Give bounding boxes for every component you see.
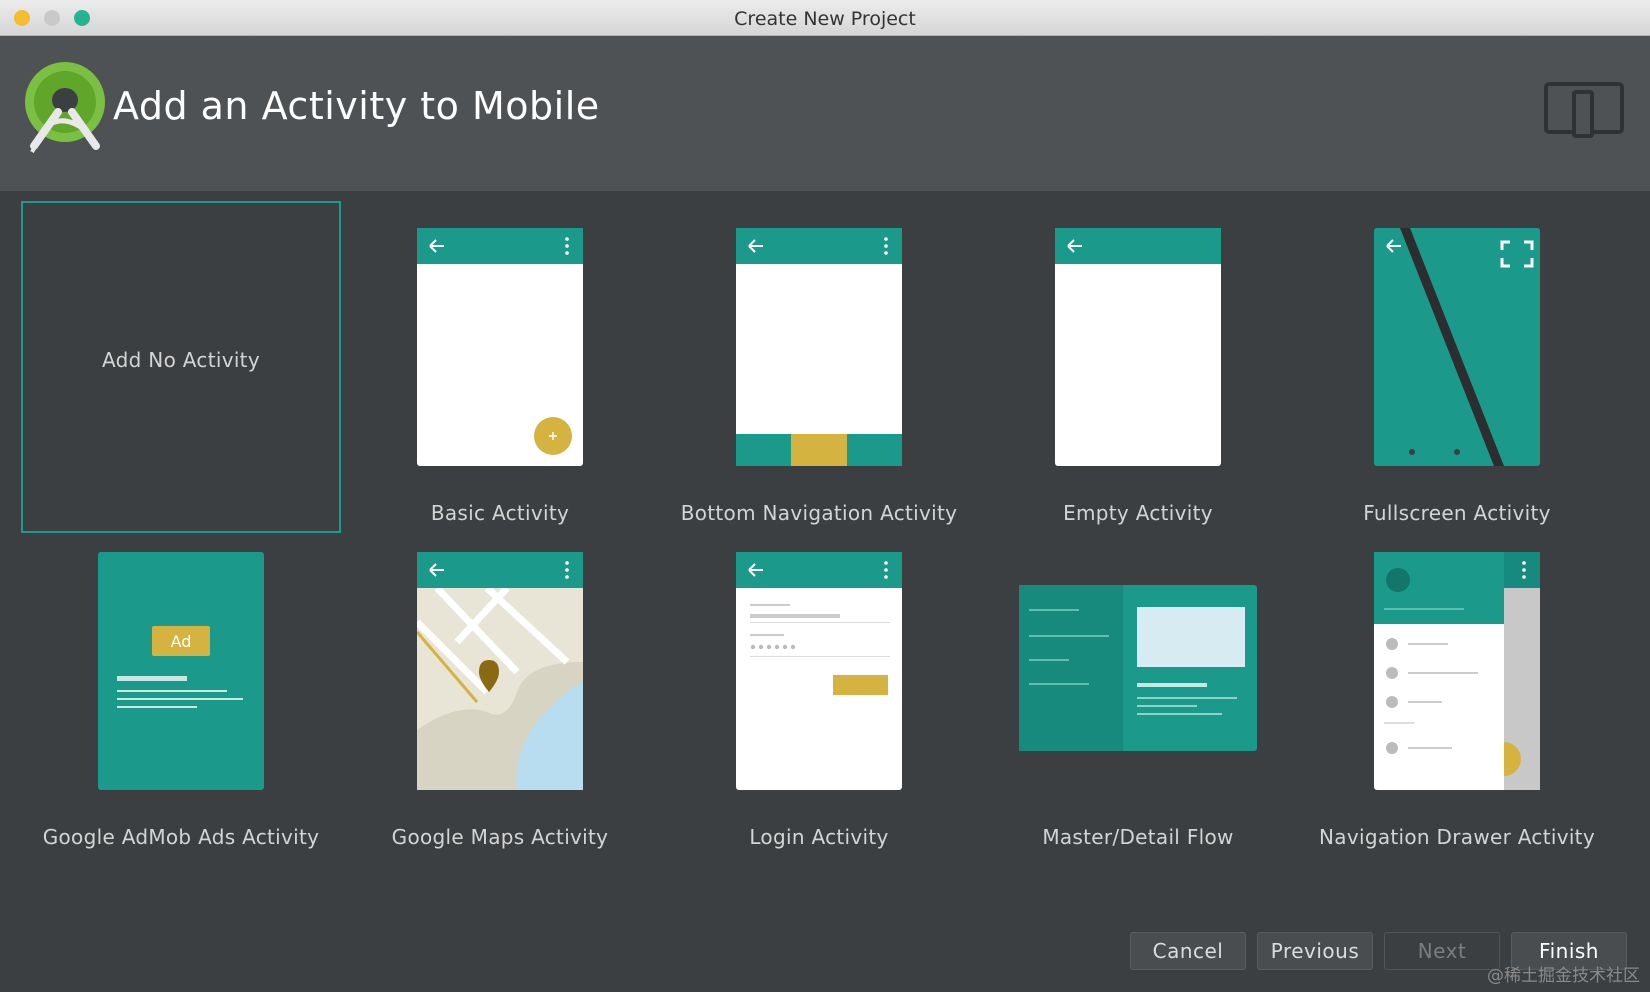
template-label: Add No Activity — [102, 348, 260, 372]
template-fullscreen-activity[interactable]: Fullscreen Activity — [1297, 201, 1617, 533]
previous-button[interactable]: Previous — [1257, 932, 1373, 970]
ad-badge: Ad — [171, 632, 192, 651]
template-master-detail-flow[interactable]: Master/Detail Flow — [978, 533, 1298, 856]
maps-thumbnail — [417, 552, 583, 790]
template-label: Bottom Navigation Activity — [680, 501, 958, 525]
device-form-factor-icon — [1544, 82, 1624, 138]
template-label: Navigation Drawer Activity — [1319, 825, 1595, 849]
login-thumbnail — [736, 552, 902, 790]
admob-thumbnail: Ad — [98, 552, 264, 790]
next-button[interactable]: Next — [1384, 932, 1500, 970]
navigation-drawer-thumbnail — [1374, 552, 1540, 790]
template-label: Basic Activity — [430, 501, 570, 525]
wizard-footer: Cancel Previous Next Finish @稀土掘金技术社区 — [0, 856, 1650, 992]
wizard-header: Add an Activity to Mobile — [0, 36, 1650, 191]
template-navigation-drawer-activity[interactable]: Navigation Drawer Activity — [1297, 533, 1617, 856]
basic-activity-thumbnail — [417, 228, 583, 466]
template-basic-activity[interactable]: Basic Activity — [340, 201, 660, 533]
master-detail-thumbnail — [1019, 585, 1257, 751]
template-add-no-activity[interactable]: Add No Activity — [21, 201, 341, 533]
template-label: Empty Activity — [1063, 501, 1213, 525]
template-google-maps-activity[interactable]: Google Maps Activity — [340, 533, 660, 856]
template-label: Master/Detail Flow — [1042, 825, 1234, 849]
template-login-activity[interactable]: Login Activity — [659, 533, 979, 856]
empty-activity-thumbnail — [1055, 228, 1221, 466]
template-gallery: Add No Activity Basic Activity Bottom Na… — [0, 191, 1650, 856]
android-studio-logo — [25, 62, 105, 153]
fullscreen-activity-thumbnail — [1374, 228, 1540, 466]
bottom-navigation-thumbnail — [736, 228, 902, 466]
template-label: Login Activity — [749, 825, 889, 849]
template-bottom-navigation-activity[interactable]: Bottom Navigation Activity — [659, 201, 979, 533]
window-title: Create New Project — [734, 8, 916, 30]
template-label: Fullscreen Activity — [1363, 501, 1551, 525]
template-label: Google Maps Activity — [391, 825, 609, 849]
page-title: Add an Activity to Mobile — [113, 84, 600, 128]
window-titlebar: Create New Project — [0, 0, 1650, 36]
watermark: @稀土掘金技术社区 — [1487, 966, 1640, 986]
template-label: Google AdMob Ads Activity — [42, 825, 320, 849]
cancel-button[interactable]: Cancel — [1130, 932, 1246, 970]
template-empty-activity[interactable]: Empty Activity — [978, 201, 1298, 533]
template-admob-ads-activity[interactable]: Ad Google AdMob Ads Activity — [21, 533, 341, 856]
